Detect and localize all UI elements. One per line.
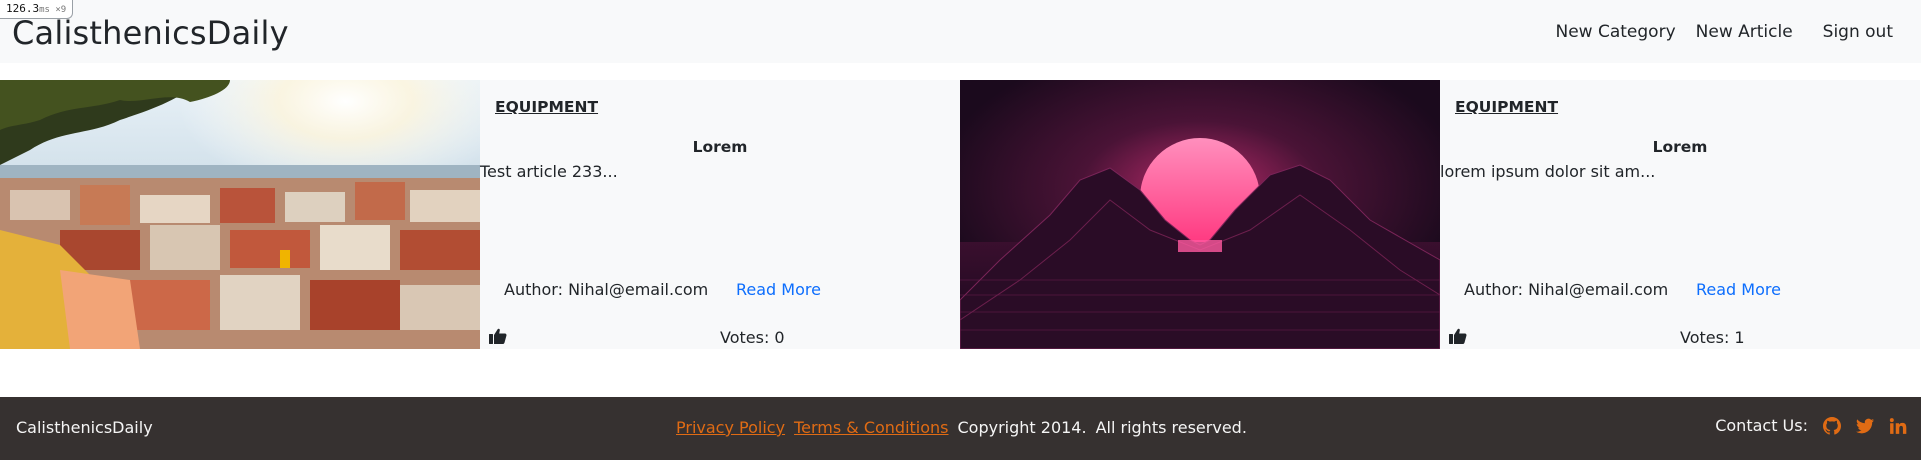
top-navbar: CalisthenicsDaily New Category New Artic… <box>0 0 1921 63</box>
article-excerpt: lorem ipsum dolor sit am... <box>1440 162 1656 181</box>
rights-text: All rights reserved. <box>1095 418 1247 437</box>
thumbs-up-icon[interactable] <box>488 327 508 345</box>
article-body: EQUIPMENT Lorem Test article 233... Auth… <box>480 80 960 349</box>
article-author: Author: Nihal@email.com <box>1464 280 1669 299</box>
thumbs-up-icon[interactable] <box>1448 327 1468 345</box>
article-body: EQUIPMENT Lorem lorem ipsum dolor sit am… <box>1440 80 1920 349</box>
article-author: Author: Nihal@email.com <box>504 280 709 299</box>
new-category-link[interactable]: New Category <box>1556 22 1676 42</box>
copyright-text: Copyright 2014. <box>957 418 1087 437</box>
contact-label: Contact Us: <box>1715 416 1808 435</box>
read-more-link[interactable]: Read More <box>1696 280 1781 299</box>
article-image-synthwave <box>960 80 1440 349</box>
article-card: EQUIPMENT Lorem lorem ipsum dolor sit am… <box>960 80 1920 349</box>
twitter-icon[interactable] <box>1856 417 1874 435</box>
category-link[interactable]: EQUIPMENT <box>1455 98 1558 116</box>
articles-grid: EQUIPMENT Lorem Test article 233... Auth… <box>0 80 1921 349</box>
brand-logo[interactable]: CalisthenicsDaily <box>12 14 289 52</box>
github-icon[interactable] <box>1823 416 1841 435</box>
site-footer: CalisthenicsDaily Privacy Policy Terms &… <box>0 397 1921 460</box>
footer-brand: CalisthenicsDaily <box>16 418 153 437</box>
article-image-city <box>0 80 480 349</box>
footer-legal: Privacy Policy Terms & Conditions Copyri… <box>676 418 1247 437</box>
article-title: Lorem <box>1652 138 1708 156</box>
city-rooftops-photo <box>0 80 480 349</box>
category-link[interactable]: EQUIPMENT <box>495 98 598 116</box>
new-article-link[interactable]: New Article <box>1696 22 1793 42</box>
perf-unit: ms ×9 <box>39 5 67 15</box>
linkedin-icon[interactable] <box>1889 417 1907 435</box>
votes-count: Votes: 0 <box>720 328 785 347</box>
article-excerpt: Test article 233... <box>480 162 618 181</box>
article-title: Lorem <box>692 138 748 156</box>
perf-value: 126.3 <box>6 2 40 15</box>
sign-out-link[interactable]: Sign out <box>1823 22 1893 42</box>
nav-links: New Category New Article Sign out <box>1556 0 1921 63</box>
read-more-link[interactable]: Read More <box>736 280 821 299</box>
performance-badge: 126.3ms ×9 <box>0 0 74 19</box>
terms-conditions-link[interactable]: Terms & Conditions <box>794 418 948 437</box>
synthwave-sunset-image <box>960 80 1440 349</box>
privacy-policy-link[interactable]: Privacy Policy <box>676 418 785 437</box>
footer-contact: Contact Us: <box>1715 416 1907 435</box>
votes-count: Votes: 1 <box>1680 328 1745 347</box>
article-card: EQUIPMENT Lorem Test article 233... Auth… <box>0 80 960 349</box>
